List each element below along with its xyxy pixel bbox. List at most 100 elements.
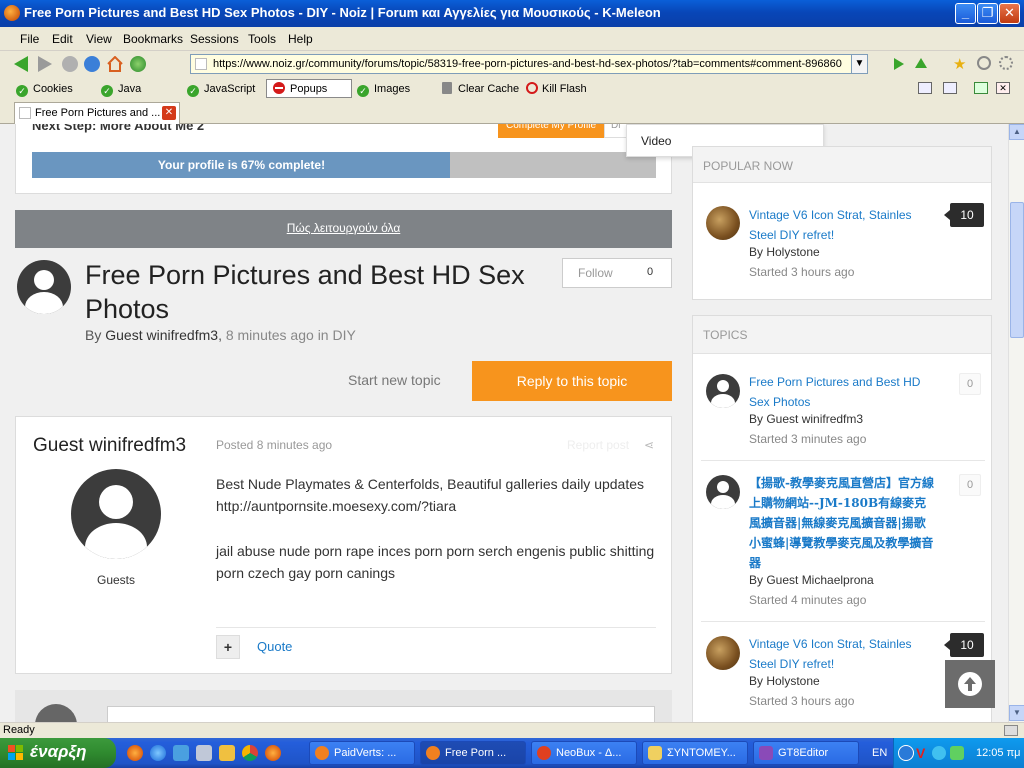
topic-title-link[interactable]: Vintage V6 Icon Strat, Stainles Steel DI… — [749, 634, 935, 674]
topic-avatar[interactable] — [706, 475, 740, 509]
chrome-quicklaunch-icon[interactable] — [242, 745, 258, 761]
reply-editor-box[interactable] — [107, 706, 655, 722]
topic-author-link[interactable]: Guest winifredfm3 — [105, 327, 218, 343]
go-arrow-icon[interactable] — [894, 58, 904, 70]
post-link[interactable]: http://auntpornsite.moesexy.com/?tiara — [216, 495, 656, 517]
tab-close-icon[interactable]: ✕ — [162, 106, 176, 120]
topic-title-link[interactable]: Free Porn Pictures and Best HD Sex Photo… — [749, 372, 935, 412]
quicklaunch-icon[interactable] — [196, 745, 212, 761]
address-bar[interactable]: https://www.noiz.gr/community/forums/top… — [190, 54, 868, 74]
back-to-top-button[interactable] — [945, 660, 995, 708]
vertical-scrollbar[interactable]: ▲ ▼ — [1008, 124, 1024, 722]
topic-author-avatar[interactable] — [17, 260, 71, 314]
network-tray-icon[interactable] — [950, 746, 964, 760]
new-tab-icon[interactable] — [974, 82, 988, 94]
menu-edit[interactable]: Edit — [52, 32, 73, 46]
follow-button[interactable]: Follow 0 — [562, 258, 672, 288]
gear-icon[interactable] — [999, 56, 1013, 70]
window-icon[interactable] — [918, 82, 932, 94]
quicklaunch-icon[interactable] — [173, 745, 189, 761]
taskbar-button-kmeleon[interactable]: Free Porn ... — [420, 741, 526, 765]
reload-icon[interactable] — [84, 56, 100, 72]
antivirus-tray-icon[interactable]: V — [916, 745, 925, 761]
start-new-topic-button[interactable]: Start new topic — [348, 372, 441, 388]
menu-file[interactable]: File — [20, 32, 39, 46]
maximize-button[interactable]: ❐ — [977, 3, 998, 24]
forward-icon[interactable] — [38, 56, 52, 72]
scroll-down-icon[interactable]: ▼ — [1009, 705, 1024, 721]
close-tab-icon[interactable]: ✕ — [996, 82, 1010, 94]
post-author-avatar[interactable] — [71, 469, 161, 559]
clear-cache-button[interactable]: Clear Cache — [442, 80, 519, 98]
window-titlebar[interactable]: Free Porn Pictures and Best HD Sex Photo… — [0, 0, 1024, 27]
report-post-link[interactable]: Report post — [567, 438, 629, 452]
menu-sessions[interactable]: Sessions — [190, 32, 239, 46]
multiquote-plus-button[interactable]: + — [216, 635, 240, 659]
go-icon[interactable] — [130, 56, 146, 72]
popular-now-widget: POPULAR NOW Vintage V6 Icon Strat, Stain… — [692, 146, 992, 300]
follow-label: Follow — [578, 266, 613, 280]
minimize-button[interactable]: _ — [955, 3, 976, 24]
blocked-icon — [273, 82, 285, 94]
topic-started: Started 3 minutes ago — [749, 432, 867, 446]
how-it-works-link[interactable]: Πώς λειτουργούν όλα — [15, 221, 672, 235]
up-arrow-icon[interactable] — [915, 58, 927, 68]
post-author-group: Guests — [96, 573, 135, 587]
taskbar-button-paidverts[interactable]: PaidVerts: ... — [309, 741, 415, 765]
popular-topic-by: By Holystone — [749, 245, 820, 259]
topic-avatar[interactable] — [706, 374, 740, 408]
tray-icon[interactable] — [932, 746, 946, 760]
language-indicator[interactable]: EN — [872, 747, 887, 759]
java-toggle[interactable]: ✓ Java — [101, 80, 141, 98]
popups-toggle[interactable]: Popups — [266, 79, 352, 98]
images-toggle[interactable]: ✓ Images — [357, 80, 410, 98]
kmeleon-quicklaunch-icon[interactable] — [265, 745, 281, 761]
topic-title-link[interactable]: 【揚歌-教學麥克風直營店】官方線上購物網站--JM-180B有線麥克風擴音器|無… — [749, 473, 935, 573]
start-button[interactable]: έναρξη — [0, 738, 116, 768]
kill-flash-button[interactable]: Kill Flash — [526, 80, 587, 98]
menu-tools[interactable]: Tools — [248, 32, 276, 46]
security-icon[interactable] — [1004, 725, 1018, 736]
post-date: Posted 8 minutes ago — [216, 438, 333, 452]
bookmark-star-icon[interactable]: ★ — [953, 55, 966, 73]
tray-arrow-icon[interactable] — [898, 745, 914, 761]
back-icon[interactable] — [14, 56, 28, 72]
reply-to-topic-button[interactable]: Reply to this topic — [472, 361, 672, 401]
cookies-toggle[interactable]: ✓ Cookies — [16, 80, 73, 98]
follow-count: 0 — [647, 266, 654, 278]
close-button[interactable]: ✕ — [999, 3, 1020, 24]
post-author-name[interactable]: Guest winifredfm3 — [33, 435, 186, 457]
popular-topic-title[interactable]: Vintage V6 Icon Strat, Stainles Steel DI… — [749, 205, 929, 245]
tab-free-porn[interactable]: Free Porn Pictures and ... ✕ — [14, 102, 180, 124]
dropdown-item-video[interactable]: Video — [641, 134, 671, 148]
topic-started: Started 4 minutes ago — [749, 593, 867, 607]
tab-label: Free Porn Pictures and ... — [35, 107, 161, 119]
firefox-quicklaunch-icon[interactable] — [127, 745, 143, 761]
taskbar-button-neobux[interactable]: NeoBux - Δ... — [531, 741, 637, 765]
menu-help[interactable]: Help — [288, 32, 313, 46]
topic-forum-link[interactable]: DIY — [332, 327, 355, 343]
settings-icon[interactable] — [977, 56, 991, 70]
stop-icon[interactable] — [62, 56, 78, 72]
menu-bookmarks[interactable]: Bookmarks — [123, 32, 183, 46]
share-icon[interactable]: ⋖ — [644, 438, 654, 452]
quote-button[interactable]: Quote — [257, 639, 292, 654]
quicklaunch-icon[interactable] — [219, 745, 235, 761]
popular-author-avatar[interactable] — [706, 206, 740, 240]
complete-profile-button[interactable]: Complete My Profile — [498, 124, 604, 138]
javascript-toggle[interactable]: ✓ JavaScript — [187, 80, 255, 98]
popular-header: POPULAR NOW — [703, 159, 794, 173]
window-icon[interactable] — [943, 82, 957, 94]
ie-quicklaunch-icon[interactable] — [150, 745, 166, 761]
taskbar-button-gt8editor[interactable]: GT8Editor — [753, 741, 859, 765]
home-icon[interactable] — [107, 55, 123, 72]
address-dropdown-icon[interactable]: ▼ — [851, 55, 867, 73]
topic-by: By Holystone — [749, 674, 820, 688]
topic-avatar[interactable] — [706, 636, 740, 670]
taskbar-button-folder[interactable]: ΣΥΝΤΟΜΕΥ... — [642, 741, 748, 765]
menu-view[interactable]: View — [86, 32, 112, 46]
scroll-up-icon[interactable]: ▲ — [1009, 124, 1024, 140]
topics-header-bar: TOPICS — [693, 316, 991, 354]
scroll-thumb[interactable] — [1010, 202, 1024, 338]
post-line-3: jail abuse nude porn rape inces porn por… — [216, 543, 655, 581]
